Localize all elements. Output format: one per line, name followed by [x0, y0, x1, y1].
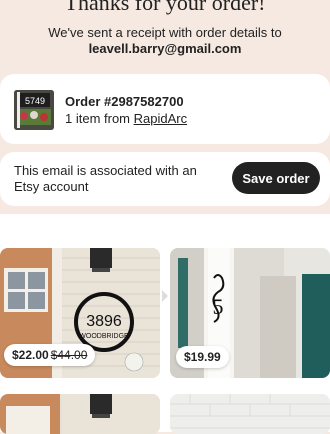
product-tile[interactable] [0, 394, 160, 434]
sale-price: $22.00 [12, 348, 49, 362]
order-number: Order #2987582700 [65, 94, 184, 109]
save-order-button[interactable]: Save order [232, 162, 320, 194]
price-badge: $22.00 $44.00 [4, 344, 96, 366]
carousel-chevron-icon [162, 290, 168, 302]
product-tile[interactable] [170, 394, 330, 434]
product-image [0, 394, 160, 434]
shop-link[interactable]: RapidArc [134, 111, 187, 126]
product-tile[interactable]: 3896 WOODBRIDGE $22.00 $44.00 [0, 248, 160, 378]
price-badge: $19.99 [176, 346, 229, 368]
receipt-email: leavell.barry@gmail.com [88, 41, 242, 56]
etsy-account-message: This email is associated with an Etsy ac… [14, 163, 197, 194]
sign-number: 3896 [86, 313, 122, 330]
order-items-count: 1 item from [65, 111, 134, 126]
product-tile[interactable]: 5 $19.99 [170, 248, 330, 378]
thumb-sign-text: 5749 [25, 96, 45, 106]
confirmation-header: Thanks for your order! We've sent a rece… [0, 0, 330, 66]
order-summary-card[interactable]: 5749 Order #2987582700 1 item from Rapid… [0, 74, 330, 144]
sign-number: 5 [213, 294, 224, 319]
order-item-thumbnail: 5749 [14, 90, 54, 130]
page-title: Thanks for your order! [64, 0, 266, 15]
order-items-info: 1 item from RapidArc [65, 111, 187, 126]
product-image [170, 394, 330, 434]
original-price: $44.00 [50, 348, 88, 362]
receipt-message: We've sent a receipt with order details … [48, 25, 282, 40]
sale-price: $19.99 [184, 350, 221, 364]
sign-street: WOODBRIDGE [79, 333, 129, 340]
etsy-account-card: This email is associated with an Etsy ac… [0, 152, 330, 206]
recommendations-section: 3896 WOODBRIDGE $22.00 $44.00 5 $19.99 [0, 214, 330, 434]
